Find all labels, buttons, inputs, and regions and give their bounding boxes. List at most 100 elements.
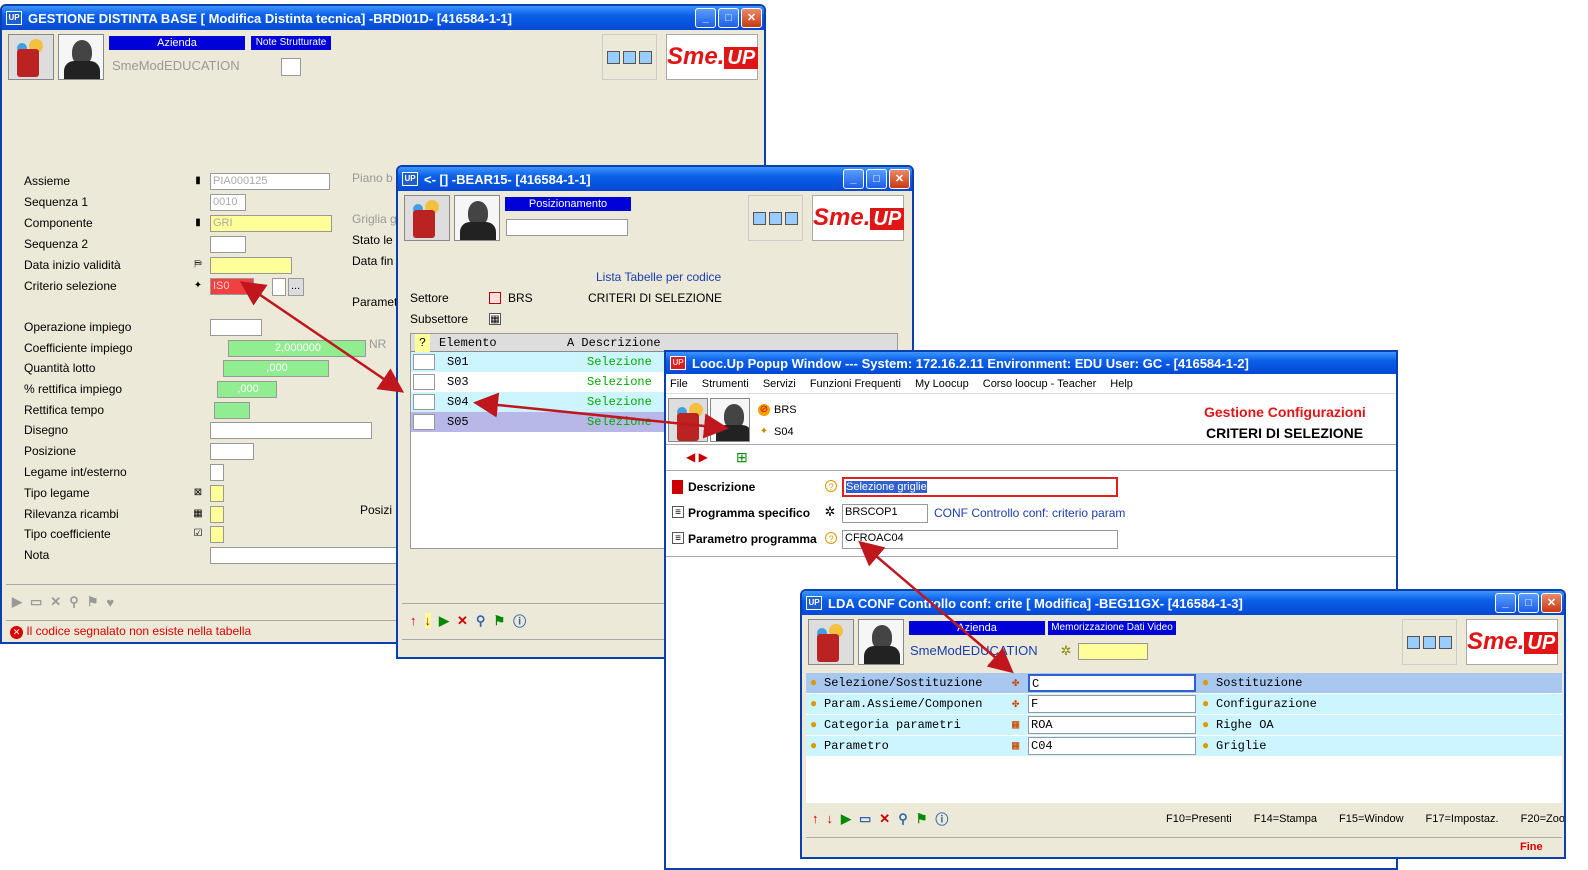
- arrow-down-icon[interactable]: ↓: [424, 613, 431, 628]
- function-key[interactable]: F10=Presenti: [1166, 813, 1232, 825]
- row-select[interactable]: [413, 394, 435, 410]
- row-select[interactable]: [413, 374, 435, 390]
- arrow-up-icon[interactable]: ↑: [410, 613, 417, 628]
- info-icon[interactable]: ⓘ: [935, 809, 948, 828]
- document-icon[interactable]: [623, 50, 636, 64]
- help-icon[interactable]: ●: [1202, 715, 1209, 735]
- play-icon[interactable]: ▶: [12, 594, 22, 610]
- minimize-button[interactable]: _: [843, 169, 864, 189]
- field-input[interactable]: [210, 236, 246, 253]
- menu-item[interactable]: Corso loocup - Teacher: [983, 378, 1097, 390]
- field-input[interactable]: 2,000000: [228, 340, 366, 357]
- help-icon[interactable]: ●: [810, 694, 817, 714]
- maximize-button[interactable]: □: [1518, 593, 1539, 613]
- param-value-input[interactable]: C: [1028, 674, 1196, 692]
- help-icon[interactable]: ●: [810, 715, 817, 735]
- criterio-lookup-button[interactable]: ...: [288, 278, 304, 296]
- field-input[interactable]: [210, 422, 372, 439]
- help-icon[interactable]: ●: [810, 673, 817, 693]
- monitor-icon[interactable]: [753, 211, 766, 225]
- programma-input[interactable]: BRSCOP1: [842, 504, 928, 523]
- field-input[interactable]: GRI: [210, 215, 332, 232]
- flag-icon[interactable]: ⚑: [916, 811, 928, 827]
- titlebar-win3[interactable]: UP Looc.Up Popup Window --- System: 172.1…: [666, 352, 1396, 374]
- titlebar-win4[interactable]: UP LDA CONF Controllo conf: crite [ Modif…: [802, 591, 1564, 615]
- field-input[interactable]: [214, 402, 250, 419]
- menu-item[interactable]: My Loocup: [915, 378, 969, 390]
- field-input[interactable]: ,000: [217, 381, 277, 398]
- help-icon[interactable]: ●: [1202, 673, 1209, 693]
- field-input[interactable]: 0010: [210, 194, 246, 211]
- book-icon[interactable]: [639, 50, 652, 64]
- menu-item[interactable]: Help: [1110, 378, 1133, 390]
- monitor-icon[interactable]: [607, 50, 620, 64]
- info-icon[interactable]: ⓘ: [513, 611, 526, 630]
- function-key[interactable]: F17=Impostaz.: [1426, 813, 1499, 825]
- book-icon[interactable]: [785, 211, 798, 225]
- search-icon[interactable]: ⚲: [476, 613, 486, 629]
- minimize-button[interactable]: _: [1495, 593, 1516, 613]
- document-icon[interactable]: [1423, 635, 1436, 649]
- criterio-small-field[interactable]: [272, 278, 286, 296]
- posizionamento-input[interactable]: [506, 219, 628, 236]
- delete-icon[interactable]: ✕: [457, 613, 468, 629]
- field-input[interactable]: ,000: [223, 360, 329, 377]
- row-select[interactable]: [413, 414, 435, 430]
- close-button[interactable]: ✕: [1541, 593, 1562, 613]
- close-button[interactable]: ✕: [741, 8, 762, 28]
- parametro-input[interactable]: CFROAC04: [842, 530, 1118, 549]
- row-select[interactable]: [413, 354, 435, 370]
- field-input[interactable]: [210, 485, 224, 502]
- arrow-up-icon[interactable]: ↑: [812, 811, 819, 826]
- help-icon[interactable]: ●: [1202, 694, 1209, 714]
- minimize-button[interactable]: _: [695, 8, 716, 28]
- help-icon[interactable]: ●: [1202, 736, 1209, 756]
- menu-item[interactable]: Strumenti: [702, 378, 749, 390]
- flag-icon[interactable]: ⚑: [493, 613, 505, 629]
- param-row[interactable]: ● Selezione/Sostituzione ✤ C ● Sostituzione: [806, 673, 1562, 693]
- close-button[interactable]: ✕: [889, 169, 910, 189]
- field-input[interactable]: [210, 443, 254, 460]
- search-icon[interactable]: ⚲: [69, 594, 79, 610]
- menu-item[interactable]: Servizi: [763, 378, 796, 390]
- flag-icon[interactable]: ⚑: [87, 594, 99, 610]
- descrizione-input[interactable]: Selezione griglie: [842, 477, 1118, 497]
- param-row[interactable]: ● Param.Assieme/Componen ✤ F ● Configurazione: [806, 694, 1562, 714]
- play-icon[interactable]: ▶: [841, 811, 851, 827]
- field-input[interactable]: [210, 257, 292, 274]
- field-input[interactable]: [210, 506, 224, 523]
- param-row[interactable]: ● Categoria parametri ▦ ROA ● Righe OA: [806, 715, 1562, 735]
- nav-arrows[interactable]: ◀ ▶: [686, 450, 708, 464]
- field-input[interactable]: [210, 526, 224, 543]
- search-icon[interactable]: ⚲: [898, 811, 908, 827]
- play-icon[interactable]: ▶: [439, 613, 449, 629]
- field-input[interactable]: IS0: [210, 278, 254, 295]
- titlebar-win1[interactable]: UP GESTIONE DISTINTA BASE [ Modifica Dist…: [2, 6, 764, 30]
- menu-item[interactable]: File: [670, 378, 688, 390]
- maximize-button[interactable]: □: [718, 8, 739, 28]
- tree-icon[interactable]: ⊞: [736, 449, 748, 466]
- menu-item[interactable]: Funzioni Frequenti: [810, 378, 901, 390]
- eraser-icon[interactable]: ▭: [30, 594, 42, 610]
- delete-icon[interactable]: ✕: [50, 594, 61, 610]
- memo-input[interactable]: [1078, 643, 1148, 660]
- document-icon[interactable]: [769, 211, 782, 225]
- param-value-input[interactable]: F: [1028, 695, 1196, 713]
- param-value-input[interactable]: ROA: [1028, 716, 1196, 734]
- help-icon[interactable]: ?: [825, 532, 837, 544]
- param-row[interactable]: ● Parametro ▦ C04 ● Griglie: [806, 736, 1562, 756]
- field-input[interactable]: [210, 547, 400, 564]
- function-key[interactable]: F15=Window: [1339, 813, 1404, 825]
- field-input[interactable]: [210, 319, 262, 336]
- monitor-icon[interactable]: [1407, 635, 1420, 649]
- arrow-down-icon[interactable]: ↓: [827, 811, 834, 826]
- param-value-input[interactable]: C04: [1028, 737, 1196, 755]
- help-icon[interactable]: ●: [810, 736, 817, 756]
- book-icon[interactable]: [1439, 635, 1452, 649]
- field-input[interactable]: [210, 464, 224, 481]
- maximize-button[interactable]: □: [866, 169, 887, 189]
- eraser-icon[interactable]: ▭: [859, 811, 871, 827]
- delete-icon[interactable]: ✕: [879, 811, 890, 827]
- function-key[interactable]: F14=Stampa: [1254, 813, 1317, 825]
- function-key[interactable]: F20=Zoom: [1521, 813, 1564, 825]
